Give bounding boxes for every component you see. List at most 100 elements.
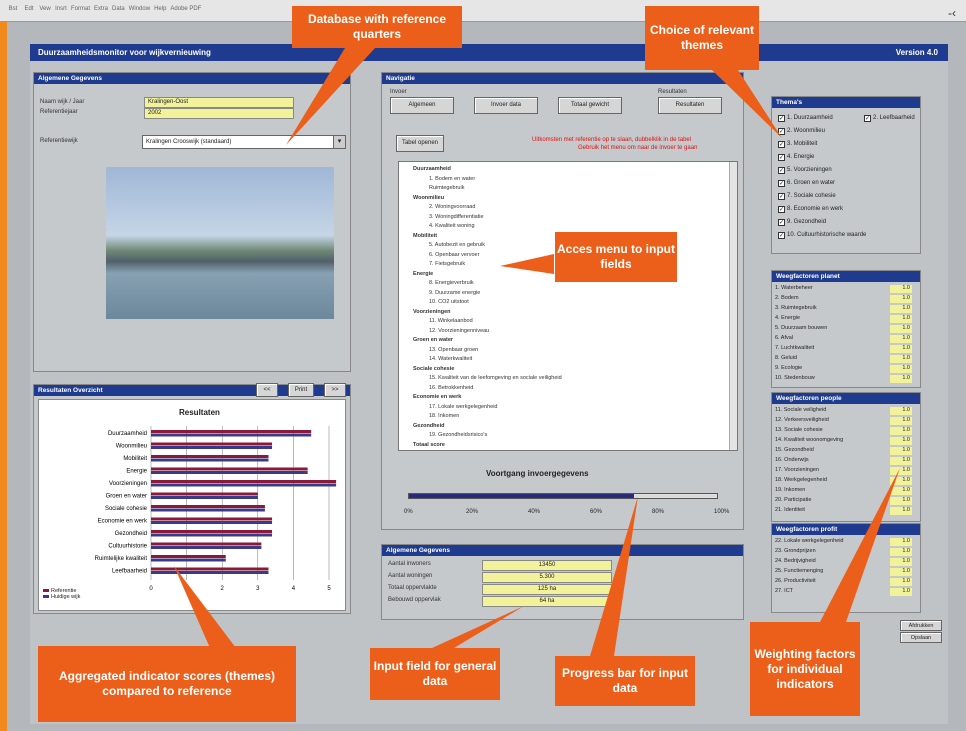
weight-value-field[interactable]: 1.0	[890, 375, 912, 383]
menu-item[interactable]: Adobe PDF	[169, 4, 202, 15]
weight-label: 23. Grondprijzen	[775, 548, 816, 554]
menu-item[interactable]: Extra	[93, 4, 109, 15]
tree-item[interactable]: Mobiliteit	[413, 233, 437, 239]
tree-item[interactable]: Ruimtegebruik	[429, 185, 464, 191]
tree-item[interactable]: 16. Betrokkenheid	[429, 385, 473, 391]
refyear-field[interactable]: 2002	[144, 108, 294, 119]
results-button[interactable]: Resultaten	[658, 97, 722, 114]
general-data-field[interactable]: 125 ha	[482, 584, 612, 595]
tree-item[interactable]: Gezondheid	[413, 423, 444, 429]
weight-value-field[interactable]: 1.0	[890, 315, 912, 323]
tree-item[interactable]: 6. Openbaar vervoer	[429, 252, 479, 258]
menu-item[interactable]: Edt	[22, 4, 36, 15]
weight-value-field[interactable]: 1.0	[890, 345, 912, 353]
tree-item[interactable]: 13. Openbaar groen	[429, 347, 478, 353]
weight-value-field[interactable]: 1.0	[890, 497, 912, 505]
reference-quarter-select[interactable]: Kralingen Crooswijk (standaard) ▾	[142, 135, 346, 149]
theme-checkbox[interactable]: ✓ 6. Groen en water	[778, 180, 835, 187]
tree-item[interactable]: 15. Kwaliteit van de leefomgeving en soc…	[429, 375, 562, 381]
weight-value-field[interactable]: 1.0	[890, 437, 912, 445]
menu-item[interactable]: Bst	[6, 4, 20, 15]
tree-item[interactable]: Groen en water	[413, 337, 453, 343]
menu-item[interactable]: Insrt	[54, 4, 68, 15]
weight-value-field[interactable]: 1.0	[890, 285, 912, 293]
tree-item[interactable]: 14. Waterkwaliteit	[429, 356, 472, 362]
weight-value-field[interactable]: 1.0	[890, 457, 912, 465]
tree-item[interactable]: 18. Inkomen	[429, 413, 459, 419]
prev-button[interactable]: <<	[256, 383, 278, 397]
tree-item[interactable]: Totaal score	[413, 442, 445, 448]
tree-scrollbar[interactable]	[729, 162, 737, 450]
tree-item[interactable]: 1. Bodem en water	[429, 176, 475, 182]
weight-value-field[interactable]: 1.0	[890, 417, 912, 425]
tree-item[interactable]: 4. Kwaliteit woning	[429, 223, 475, 229]
menu-item[interactable]: Vew	[38, 4, 52, 15]
theme-checkbox[interactable]: ✓ 7. Sociale cohesie	[778, 193, 836, 200]
weight-value-field[interactable]: 1.0	[890, 427, 912, 435]
open-table-button[interactable]: Tabel openen	[396, 135, 444, 152]
general-data-field[interactable]: 13450	[482, 560, 612, 571]
general-data-field[interactable]: 64 ha	[482, 596, 612, 607]
weight-value-field[interactable]: 1.0	[890, 538, 912, 546]
weight-value-field[interactable]: 1.0	[890, 407, 912, 415]
theme-checkbox[interactable]: ✓ 10. Cultuurhistorische waarde	[778, 232, 866, 239]
menu-item[interactable]: Window	[128, 4, 151, 15]
weight-value-field[interactable]: 1.0	[890, 548, 912, 556]
weight-value-field[interactable]: 1.0	[890, 335, 912, 343]
name-field[interactable]: Kralingen-Oost	[144, 97, 294, 108]
tree-item[interactable]: 10. CO2 uitstoot	[429, 299, 469, 305]
tree-item[interactable]: 2. Woningvoorraad	[429, 204, 475, 210]
next-button[interactable]: >>	[324, 383, 346, 397]
tree-item[interactable]: 5. Autobezit en gebruik	[429, 242, 485, 248]
print-side-button[interactable]: Afdrukken	[900, 620, 942, 631]
tree-item[interactable]: 3. Woningdifferentiatie	[429, 214, 484, 220]
tree-item[interactable]: 19. Gezondheidsrisico's	[429, 432, 487, 438]
tree-item[interactable]: 8. Energieverbruik	[429, 280, 474, 286]
tree-item[interactable]: 12. Voorzieningenniveau	[429, 328, 489, 334]
menu-item[interactable]: Data	[111, 4, 126, 15]
weight-value-field[interactable]: 1.0	[890, 325, 912, 333]
weight-value-field[interactable]: 1.0	[890, 487, 912, 495]
menu-item[interactable]: Help	[153, 4, 167, 15]
weight-value-field[interactable]: 1.0	[890, 588, 912, 596]
weight-value-field[interactable]: 1.0	[890, 558, 912, 566]
tree-item[interactable]: Economie en werk	[413, 394, 461, 400]
tree-item[interactable]: Energie	[413, 271, 433, 277]
theme-checkbox[interactable]: ✓ 3. Mobiliteit	[778, 141, 817, 148]
tree-item[interactable]: Sociale cohesie	[413, 366, 454, 372]
tree-item[interactable]: Voorzieningen	[413, 309, 450, 315]
weight-value-field[interactable]: 1.0	[890, 568, 912, 576]
save-side-button[interactable]: Opslaan	[900, 632, 942, 643]
tree-item[interactable]: 9. Duurzame energie	[429, 290, 480, 296]
weight-value-field[interactable]: 1.0	[890, 305, 912, 313]
theme-checkbox[interactable]: ✓ 2. Woonmilieu	[778, 128, 825, 135]
tree-item[interactable]: 17. Lokale werkgelegenheid	[429, 404, 498, 410]
theme-checkbox-extra[interactable]: ✓ 2. Leefbaarheid	[864, 115, 915, 122]
tree-item[interactable]: 11. Winkelaanbod	[429, 318, 473, 324]
tree-item[interactable]: Duurzaamheid	[413, 166, 451, 172]
weight-value-field[interactable]: 1.0	[890, 507, 912, 515]
input-data-button[interactable]: Invoer data	[474, 97, 538, 114]
minimize-icon[interactable]: -‹	[948, 6, 956, 20]
weight-value-field[interactable]: 1.0	[890, 355, 912, 363]
theme-checkbox[interactable]: ✓ 5. Voorzieningen	[778, 167, 832, 174]
weight-value-field[interactable]: 1.0	[890, 365, 912, 373]
input-menu-tree[interactable]: Duurzaamheid 1. Bodem en water Ruimtegebru…	[398, 161, 738, 451]
weight-value-field[interactable]: 1.0	[890, 477, 912, 485]
theme-checkbox[interactable]: ✓ 4. Energie	[778, 154, 814, 161]
x-tick-label: 4	[292, 586, 296, 592]
tree-item[interactable]: Woonmilieu	[413, 195, 444, 201]
menu-item[interactable]: Format	[70, 4, 91, 15]
general-data-field[interactable]: 5.300	[482, 572, 612, 583]
weight-value-field[interactable]: 1.0	[890, 578, 912, 586]
print-button[interactable]: Print	[288, 383, 314, 397]
general-button[interactable]: Algemeen	[390, 97, 454, 114]
weight-value-field[interactable]: 1.0	[890, 295, 912, 303]
weight-value-field[interactable]: 1.0	[890, 447, 912, 455]
total-weight-button[interactable]: Totaal gewicht	[558, 97, 622, 114]
tree-item[interactable]: 7. Fietsgebruik	[429, 261, 465, 267]
weight-value-field[interactable]: 1.0	[890, 467, 912, 475]
theme-checkbox[interactable]: ✓ 8. Economie en werk	[778, 206, 843, 213]
theme-checkbox[interactable]: ✓ 1. Duurzaamheid	[778, 115, 833, 122]
theme-checkbox[interactable]: ✓ 9. Gezondheid	[778, 219, 826, 226]
